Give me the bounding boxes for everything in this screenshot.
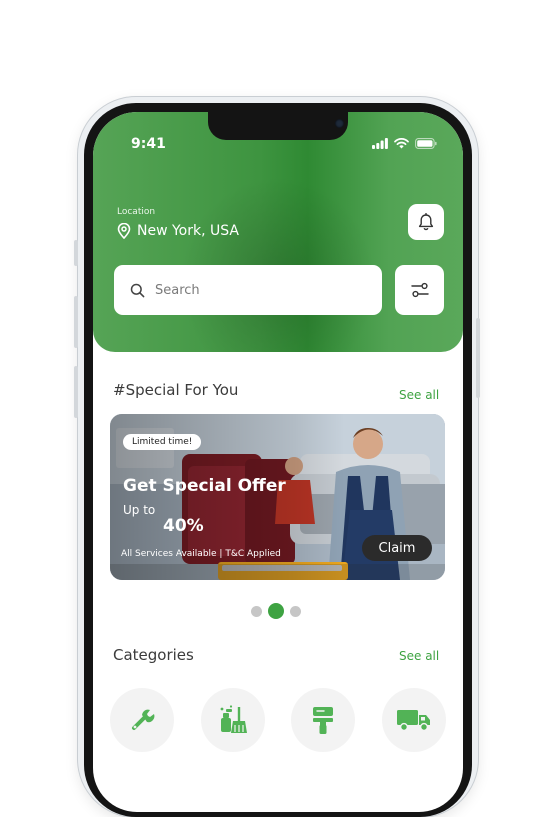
categories-see-all-link[interactable]: See all — [399, 649, 439, 663]
offer-title: Get Special Offer — [123, 476, 286, 496]
location-label: Location — [117, 207, 156, 217]
carousel-dot[interactable] — [290, 605, 301, 617]
phone-mute-switch — [74, 240, 78, 266]
phone-notch — [208, 112, 348, 140]
wifi-icon — [394, 138, 409, 149]
battery-icon — [415, 138, 437, 149]
category-moving[interactable] — [381, 688, 446, 752]
app-screen: 9:41 Location New York, USA Search #Spec… — [93, 112, 463, 812]
special-see-all-link[interactable]: See all — [399, 388, 439, 402]
location-pin-icon — [117, 223, 131, 239]
front-camera — [335, 119, 344, 128]
bell-icon — [418, 213, 434, 231]
limited-time-badge: Limited time! — [123, 434, 202, 450]
filter-sliders-icon — [410, 282, 429, 298]
offer-upto-label: Up to — [123, 503, 156, 517]
signal-icon — [372, 138, 388, 149]
location-selector[interactable]: New York, USA — [117, 223, 239, 239]
carousel-indicator[interactable] — [251, 603, 301, 619]
status-time: 9:41 — [131, 136, 166, 152]
categories-section-title: Categories — [113, 646, 194, 664]
special-section-title: #Special For You — [113, 381, 239, 399]
category-list — [110, 688, 446, 752]
phone-volume-down — [74, 366, 78, 418]
offer-terms-note: All Services Available | T&C Applied — [121, 549, 281, 559]
category-plumbing[interactable] — [110, 688, 174, 752]
header: 9:41 Location New York, USA Search — [93, 112, 463, 352]
carousel-dot[interactable] — [251, 605, 262, 617]
search-icon — [130, 283, 145, 297]
search-input[interactable] — [153, 281, 357, 299]
search-box[interactable] — [114, 265, 382, 315]
status-icons — [372, 138, 437, 149]
notification-button[interactable] — [408, 204, 444, 240]
claim-button[interactable]: Claim — [362, 535, 432, 561]
cleaning-icon — [220, 705, 247, 733]
carousel-dot-active[interactable] — [268, 603, 284, 619]
wrench-icon — [132, 709, 155, 730]
location-value: New York, USA — [137, 223, 239, 239]
offer-percent: 40% — [163, 516, 204, 536]
delivery-truck-icon — [396, 710, 430, 732]
phone-volume-up — [74, 296, 78, 348]
category-painting[interactable] — [291, 688, 356, 752]
special-offer-banner[interactable]: Limited time! Get Special Offer Up to 40… — [110, 414, 445, 580]
category-cleaning[interactable] — [200, 688, 265, 752]
filter-button[interactable] — [395, 265, 444, 315]
paint-roller-icon — [313, 707, 334, 734]
phone-power-button — [476, 318, 480, 398]
